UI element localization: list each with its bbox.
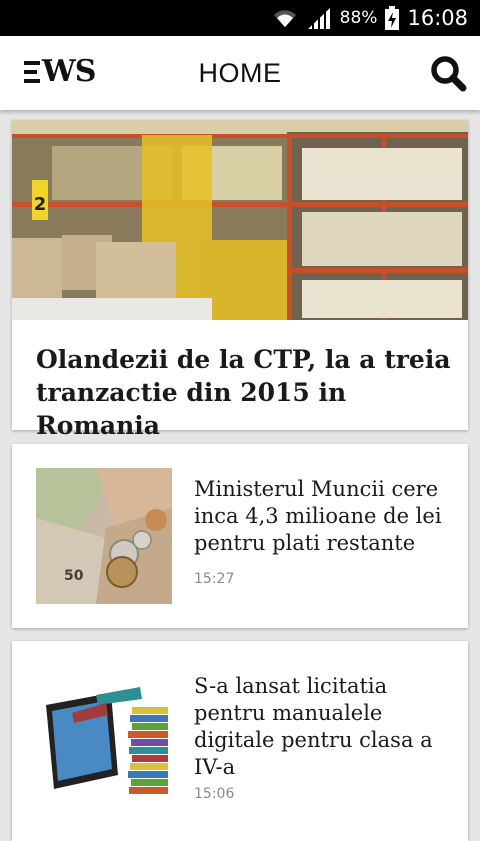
- clock: 16:08: [407, 6, 468, 30]
- search-button[interactable]: [428, 53, 468, 93]
- article-title[interactable]: Ministerul Muncii cere inca 4,3 milioane…: [194, 476, 456, 557]
- app-bar: WS HOME: [0, 36, 480, 110]
- featured-article-image: 2: [12, 120, 468, 320]
- battery-charging-icon: [385, 6, 400, 30]
- search-icon: [431, 56, 467, 92]
- status-indicators: 88% 16:08: [272, 0, 468, 36]
- article-thumbnail: 50: [36, 468, 172, 604]
- article-thumbnail: [36, 665, 172, 801]
- featured-article-card[interactable]: 2 Olandezii de la CTP, la a treia tranza…: [12, 120, 468, 440]
- article-card[interactable]: 50 Ministerul Muncii cere inca 4,3 milio…: [12, 444, 468, 628]
- article-title[interactable]: S-a lansat licitatia pentru manualele di…: [194, 673, 456, 781]
- article-card[interactable]: S-a lansat licitatia pentru manualele di…: [12, 641, 468, 841]
- featured-article-title[interactable]: Olandezii de la CTP, la a treia tranzact…: [36, 343, 451, 442]
- svg-text:2: 2: [34, 194, 47, 215]
- svg-text:50: 50: [64, 568, 84, 584]
- page-title: HOME: [198, 57, 282, 88]
- signal-icon: [307, 8, 330, 29]
- article-time: 15:27: [194, 571, 235, 587]
- wifi-icon: [273, 10, 296, 27]
- battery-percent: 88%: [339, 8, 378, 28]
- status-bar: 88% 16:08: [0, 0, 480, 36]
